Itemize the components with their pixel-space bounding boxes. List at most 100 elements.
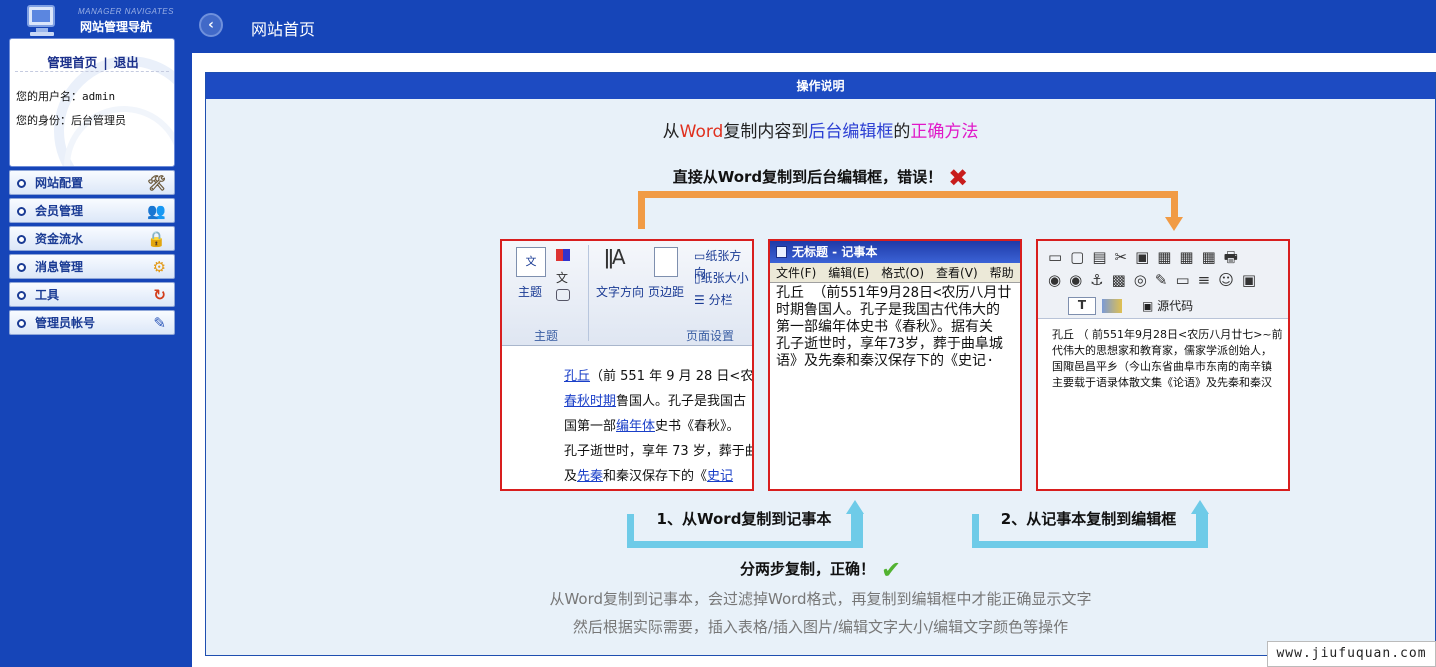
right-method-text: 分两步复制，正确！ ✔ (206, 555, 1435, 584)
source-code-button[interactable]: ▣ 源代码 (1142, 297, 1193, 314)
sidebar: MANAGER NAVIGATES 网站管理导航 管理首页 | 退出 您的用户名：a… (0, 0, 190, 667)
user-links: 管理首页 | 退出 (10, 52, 174, 71)
notepad-screenshot-box: 无标题 - 记事本 文件(F) 编辑(E) 格式(O) 查看(V) 帮助 孔丘 （前55… (768, 239, 1022, 491)
columns-icon: ☰ (694, 293, 709, 307)
bullet-icon (17, 179, 26, 188)
title-part: 复制内容到 (723, 122, 809, 142)
word-text: 鲁国人。孔子是我国古 (616, 394, 747, 409)
title-part: 的 (893, 122, 911, 142)
logout-link[interactable]: 退出 (114, 55, 139, 70)
wrong-method-label: 直接从Word复制到后台编辑框，错误！ (672, 168, 943, 186)
columns-label: 分栏 (708, 293, 733, 307)
menu-format[interactable]: 格式(O) (881, 266, 924, 280)
sidebar-item-tools[interactable]: 工具 ↻ (9, 282, 175, 307)
sidebar-item-admin-account[interactable]: 管理员帐号 ✎ (9, 310, 175, 335)
menu-help[interactable]: 帮助 (990, 266, 1014, 280)
step2-label: 2、从记事本复制到编辑框 (986, 508, 1191, 529)
check-icon: ✔ (880, 555, 902, 584)
columns-button[interactable]: ☰ 分栏 (694, 291, 733, 308)
text-direction-icon: ǁA (604, 245, 625, 269)
refresh-icon: ↻ (153, 286, 166, 304)
sidebar-item-label: 工具 (35, 288, 60, 302)
step1-stem (851, 514, 858, 548)
word-text: 孔子逝世时，享年 73 岁，葬于曲 (564, 444, 754, 459)
notepad-line: 第一部编年体史书《春秋》。据有关 (776, 319, 993, 335)
theme-group-label: 主题 (534, 329, 559, 343)
word-text: 和秦汉保存下的《 (603, 469, 708, 484)
color-icon (556, 249, 570, 261)
color-picker-icon[interactable] (1102, 299, 1122, 313)
sidebar-menu: 网站配置 🛠 会员管理 👥 资金流水 🔒 消息管理 ⚙ 工具 ↻ 管理员帐号 ✎ (9, 170, 175, 338)
menu-view[interactable]: 查看(V) (936, 266, 978, 280)
word-link: 编年体 (616, 419, 656, 434)
notepad-titlebar: 无标题 - 记事本 (770, 241, 1020, 263)
logo-english-text: MANAGER NAVIGATES (78, 7, 174, 16)
gears-icon: ⚙ (152, 258, 166, 276)
sidebar-item-site-config[interactable]: 网站配置 🛠 (9, 170, 175, 195)
sidebar-item-funds[interactable]: 资金流水 🔒 (9, 226, 175, 251)
word-line: 国第一部编年体史书《春秋》。 (564, 415, 740, 434)
word-text: （前 551 年 9 月 28 日<农 (590, 369, 754, 384)
text-direction-button[interactable]: 文字方向 (596, 283, 644, 300)
sidebar-item-messages[interactable]: 消息管理 ⚙ (9, 254, 175, 279)
watermark: www.jiufuquan.com (1267, 641, 1436, 667)
word-ribbon: 文 主题 文 主题 ǁA 文字方向 页边距 ▭纸张方向 ▯纸张大小 ☰ 分栏 页… (502, 241, 752, 346)
title-part: Word (679, 122, 724, 142)
back-button[interactable]: ‹ (199, 13, 223, 37)
effects-icon (556, 289, 570, 301)
word-link: 史记 (707, 469, 734, 484)
step1-arrow-head (846, 500, 864, 514)
top-bar: ‹ 网站首页 (190, 0, 1436, 52)
menu-file[interactable]: 文件(F) (776, 266, 816, 280)
menu-edit[interactable]: 编辑(E) (828, 266, 869, 280)
main-content: 操作说明 从Word复制内容到后台编辑框的正确方法 直接从Word复制到后台编辑… (192, 53, 1436, 667)
editor-text[interactable]: 孔丘 （ 前551年9月28日<农历八月廿七>~前 代伟大的思想家和教育家，儒家… (1052, 327, 1288, 391)
logo: MANAGER NAVIGATES 网站管理导航 (0, 0, 190, 40)
bullet-icon (17, 291, 26, 300)
word-document: 孔丘（前 551 年 9 月 28 日<农 春秋时期鲁国人。孔子是我国古 国第一… (502, 347, 754, 489)
panel-body: 从Word复制内容到后台编辑框的正确方法 直接从Word复制到后台编辑框，错误！… (206, 99, 1435, 655)
title-part: 后台编辑框 (808, 122, 894, 142)
editor-line: 孔丘 （ 前551年9月28日<农历八月廿七>~前 (1052, 328, 1283, 341)
toolbar-row-2[interactable]: ◉◉⚓▩◎✎▭≡☺▣ (1048, 271, 1264, 289)
sidebar-item-members[interactable]: 会员管理 👥 (9, 198, 175, 223)
divider (15, 71, 169, 72)
margins-button[interactable]: 页边距 (648, 283, 684, 300)
sidebar-item-label: 资金流水 (35, 232, 84, 246)
title-part: 从 (662, 122, 680, 142)
notepad-line: 孔子逝世时，享年73岁，葬于曲阜城 (776, 336, 1003, 352)
notepad-text: 孔丘 （前551年9月28日<农历八月廿 时期鲁国人。孔子是我国古代伟大的 第一… (776, 285, 1020, 370)
step1-label: 1、从Word复制到记事本 (644, 508, 844, 529)
margins-icon (654, 247, 678, 277)
editor-screenshot-box: ▭▢▤✂▣▦▦▦🖶 ◉◉⚓▩◎✎▭≡☺▣ T ▣ 源代码 孔丘 （ 前551年9… (1036, 239, 1290, 491)
text-format-icon[interactable]: T (1068, 297, 1096, 315)
word-text: 及 (564, 469, 578, 484)
word-link: 春秋时期 (564, 394, 617, 409)
notepad-icon (776, 246, 787, 258)
tools-icon: 🛠 (146, 174, 166, 192)
notepad-title: 无标题 - 记事本 (792, 245, 878, 259)
toolbar-row-1[interactable]: ▭▢▤✂▣▦▦▦🖶 (1048, 247, 1246, 272)
orange-arrow-head (1165, 217, 1183, 231)
link-separator: | (103, 55, 108, 70)
cross-icon: ✖ (948, 163, 969, 192)
username-value: admin (82, 90, 116, 103)
paper-size-button[interactable]: ▯纸张大小 (694, 269, 749, 286)
orange-arrow-bar (638, 191, 1178, 198)
logo-title: 网站管理导航 (80, 20, 153, 34)
role-row: 您的身份：后台管理员 (16, 112, 126, 128)
word-text: 国第一部 (564, 419, 617, 434)
source-code-label: 源代码 (1157, 299, 1194, 313)
sidebar-item-label: 管理员帐号 (35, 316, 96, 330)
editor-toolbar: ▭▢▤✂▣▦▦▦🖶 ◉◉⚓▩◎✎▭≡☺▣ T ▣ 源代码 (1038, 241, 1288, 319)
theme-button-label[interactable]: 主题 (518, 283, 542, 300)
notepad-line: 语》及先秦和秦汉保存下的《史记· (776, 353, 995, 369)
note-line-1: 从Word复制到记事本，会过滤掉Word格式，再复制到编辑框中才能正确显示文字 (549, 590, 1092, 608)
word-link: 先秦 (577, 469, 604, 484)
word-line: 春秋时期鲁国人。孔子是我国古 (564, 390, 746, 409)
notepad-menubar: 文件(F) 编辑(E) 格式(O) 查看(V) 帮助 (770, 263, 1020, 283)
right-method-label: 分两步复制，正确！ (739, 560, 875, 578)
note-line-2: 然后根据实际需要，插入表格/插入图片/编辑文字大小/编辑文字颜色等操作 (572, 618, 1069, 636)
admin-home-link[interactable]: 管理首页 (47, 55, 97, 70)
font-icon: 文 (556, 271, 569, 285)
